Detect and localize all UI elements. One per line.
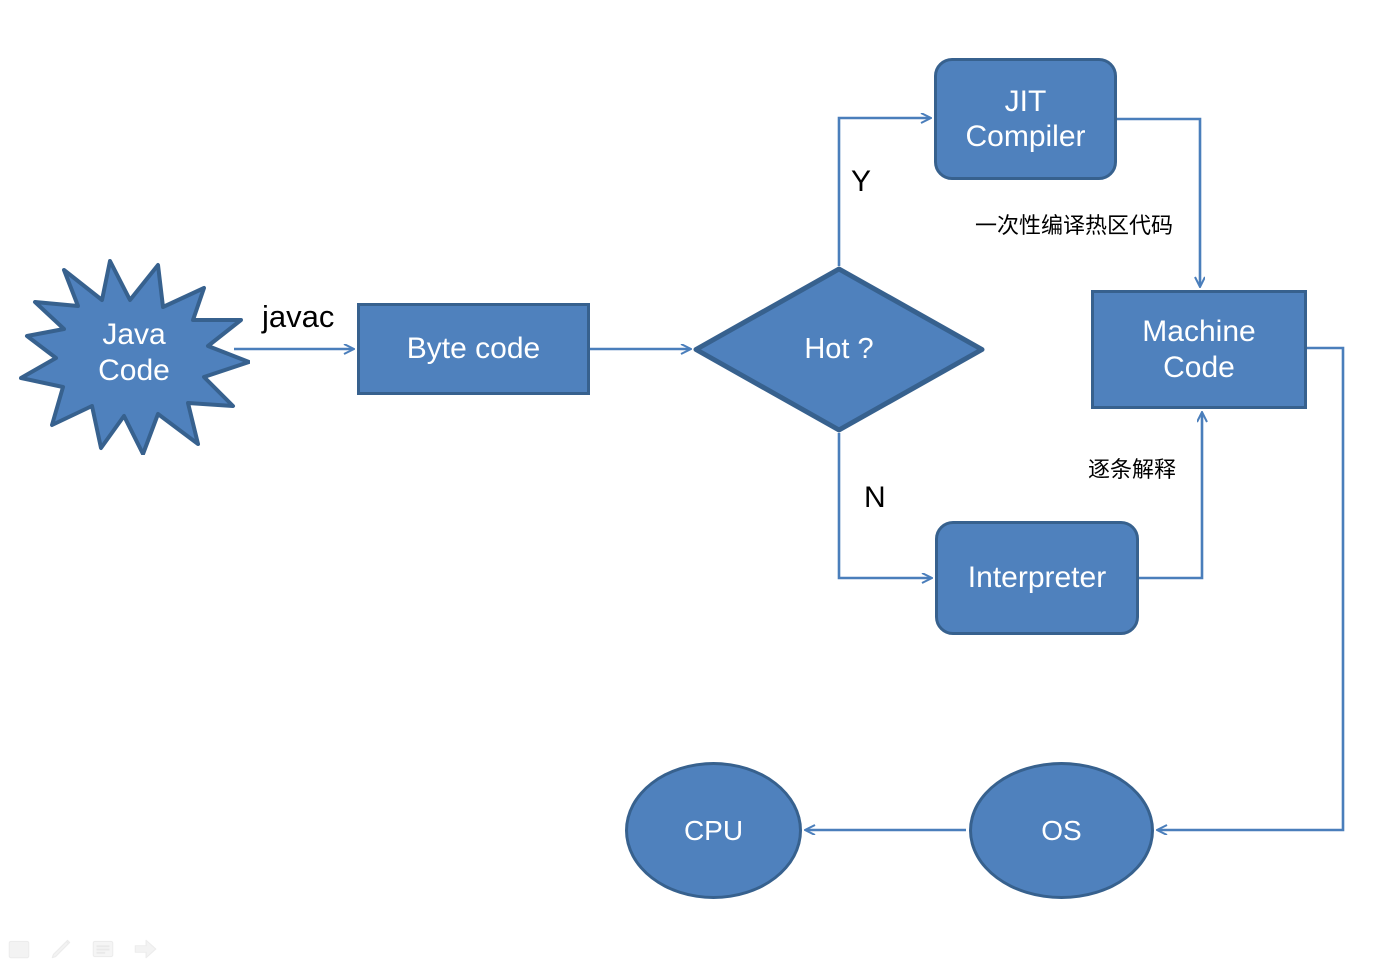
node-machine-code[interactable]: Machine Code bbox=[1091, 290, 1307, 409]
edge-machinecode-to-os bbox=[1158, 346, 1345, 830]
node-byte-code-label: Byte code bbox=[406, 332, 541, 366]
node-byte-code[interactable]: Byte code bbox=[357, 303, 590, 395]
node-cpu-label: CPU bbox=[683, 814, 744, 846]
node-os-label: OS bbox=[1041, 814, 1082, 846]
edge-jit-to-machinecode bbox=[1117, 117, 1200, 286]
node-machine-code-label: Machine Code bbox=[1142, 315, 1256, 384]
pencil-tool-icon[interactable] bbox=[48, 936, 74, 962]
node-jit-compiler[interactable]: JIT Compiler bbox=[934, 58, 1117, 180]
node-java-code[interactable]: Java Code bbox=[18, 258, 250, 455]
diagram-canvas: Java Code Byte code Hot ? JIT Compiler M… bbox=[0, 0, 1389, 967]
node-jit-compiler-label: JIT Compiler bbox=[965, 84, 1086, 153]
node-java-code-label: Java Code bbox=[98, 318, 170, 387]
text-lines-tool-icon[interactable] bbox=[90, 936, 116, 962]
node-hot-decision[interactable]: Hot ? bbox=[693, 266, 985, 433]
node-hot-decision-label: Hot ? bbox=[804, 333, 874, 366]
drawing-toolbar[interactable] bbox=[0, 930, 157, 967]
edge-interpreter-to-machinecode bbox=[1139, 413, 1202, 580]
edge-label-yes: Y bbox=[851, 165, 872, 198]
edge-label-jit-note: 一次性编译热区代码 bbox=[975, 214, 1174, 239]
node-cpu[interactable]: CPU bbox=[625, 762, 802, 899]
edge-label-javac: javac bbox=[262, 299, 335, 334]
node-interpreter-label: Interpreter bbox=[967, 561, 1107, 595]
node-os[interactable]: OS bbox=[969, 762, 1154, 899]
shape-tool-icon[interactable] bbox=[6, 936, 32, 962]
arrow-tool-icon[interactable] bbox=[132, 936, 158, 962]
edge-label-no: N bbox=[864, 481, 886, 514]
edge-label-interpreter-note: 逐条解释 bbox=[1088, 458, 1177, 483]
node-interpreter[interactable]: Interpreter bbox=[935, 521, 1139, 635]
